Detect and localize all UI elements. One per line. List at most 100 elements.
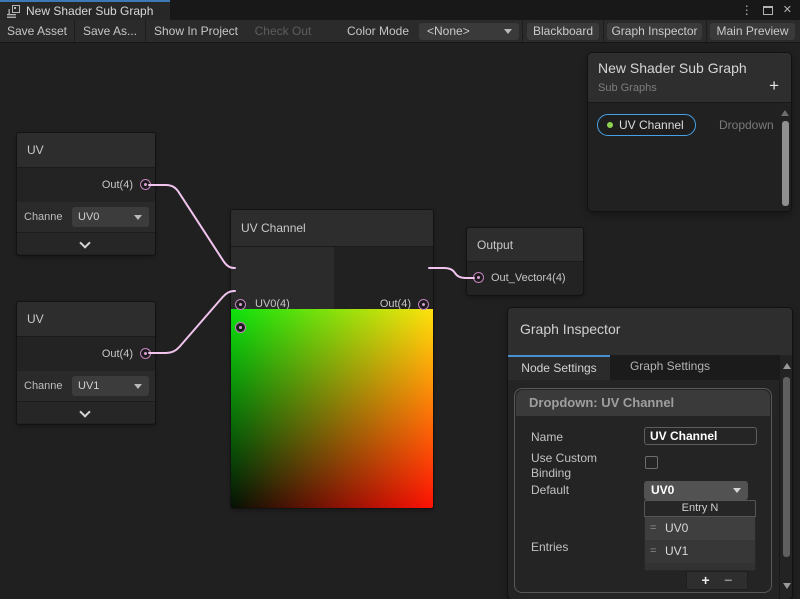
inspector-header: Graph Inspector (508, 308, 792, 355)
window-maximize-icon[interactable] (763, 6, 773, 15)
dropdown-arrow-icon (134, 215, 142, 220)
output-port[interactable] (418, 299, 429, 310)
graph-inspector-toggle-button[interactable]: Graph Inspector (607, 23, 702, 40)
window-menu-icon[interactable]: ⋮ (741, 0, 753, 20)
blackboard-subtitle: Sub Graphs (598, 82, 657, 94)
input-port-uv1[interactable] (235, 322, 246, 333)
name-label: Name (531, 430, 563, 444)
dropdown-arrow-icon (504, 29, 512, 34)
sub-graph-icon (7, 5, 20, 18)
name-field[interactable] (644, 427, 757, 445)
blackboard-panel: New Shader Sub Graph Sub Graphs + UV Cha… (588, 53, 791, 211)
title-bar: New Shader Sub Graph ⋮ ✕ (0, 0, 800, 20)
input-port-uv0[interactable] (235, 299, 246, 310)
default-label: Default (531, 483, 569, 497)
show-in-project-button[interactable]: Show In Project (146, 20, 246, 42)
scroll-down-icon[interactable] (783, 583, 791, 589)
tab-graph-settings[interactable]: Graph Settings (610, 355, 730, 380)
scrollbar-thumb[interactable] (783, 377, 790, 557)
graph-inspector-panel: Graph Inspector Node Settings Graph Sett… (508, 308, 792, 599)
check-out-button: Check Out (246, 20, 320, 42)
drag-handle-icon[interactable]: = (650, 517, 656, 540)
node-output[interactable]: Output Out_Vector4(4) (467, 228, 583, 295)
entries-label: Entries (531, 540, 568, 554)
channel-value: UV1 (78, 376, 99, 396)
add-entry-button[interactable]: + (702, 572, 710, 589)
blackboard-toggle-button[interactable]: Blackboard (527, 23, 599, 40)
color-mode-value: <None> (427, 24, 470, 38)
entries-header: Entry N (644, 500, 756, 517)
default-dropdown[interactable]: UV0 (644, 481, 748, 500)
channel-label: Channe (24, 202, 63, 232)
output-port[interactable] (140, 179, 151, 190)
node-port-row: Out_Vector4(4) (467, 262, 583, 294)
scroll-up-icon[interactable] (783, 363, 791, 369)
blackboard-title: New Shader Sub Graph (598, 60, 747, 76)
input-port-out-vector4[interactable] (473, 272, 484, 283)
inspector-title: Graph Inspector (520, 321, 620, 337)
window-close-icon[interactable]: ✕ (783, 0, 792, 20)
collapse-toggle[interactable] (17, 232, 155, 254)
chevron-down-icon (79, 406, 90, 417)
property-label: UV Channel (619, 118, 684, 132)
shader-graph-window: New Shader Sub Graph ⋮ ✕ Save Asset Save… (0, 0, 800, 599)
inspector-scrollbar[interactable] (779, 355, 792, 599)
entry-name: UV0 (665, 517, 688, 540)
main-preview-toggle-button[interactable]: Main Preview (710, 23, 795, 40)
channel-value: UV0 (78, 207, 99, 227)
node-title[interactable]: UV (17, 302, 155, 337)
inspector-tab-bar: Node Settings Graph Settings (508, 355, 779, 380)
save-as-button[interactable]: Save As... (75, 20, 145, 42)
exposed-dot-icon (607, 122, 613, 128)
node-control-row: Channe UV1 (17, 371, 155, 401)
edge-uv1[interactable] (149, 291, 235, 353)
node-uv-channel[interactable]: UV Channel UV0(4) UV1(4) Out(4) (231, 210, 433, 508)
node-preview (231, 309, 433, 508)
window-controls: ⋮ ✕ (741, 0, 800, 20)
add-property-button[interactable]: + (769, 77, 779, 94)
blackboard-property-row: UV Channel Dropdown (597, 114, 696, 136)
chevron-down-icon (79, 237, 90, 248)
color-mode-label: Color Mode (340, 20, 416, 42)
drag-handle-icon[interactable]: = (650, 540, 656, 563)
property-pill-uv-channel[interactable]: UV Channel (597, 114, 696, 136)
default-value: UV0 (651, 481, 674, 500)
node-title[interactable]: UV Channel (231, 210, 433, 247)
channel-dropdown[interactable]: UV0 (72, 207, 149, 227)
node-uv-2[interactable]: UV Out(4) Channe UV1 (17, 302, 155, 424)
dropdown-arrow-icon (134, 384, 142, 389)
entries-rows: = UV0 = UV1 (644, 517, 756, 571)
node-control-row: Channe UV0 (17, 202, 155, 232)
inspector-content: Dropdown: UV Channel Name Use Custom Bin… (508, 380, 779, 599)
graph-toolbar: Save Asset Save As... Show In Project Ch… (0, 20, 800, 43)
entry-row-uv1[interactable]: = UV1 (645, 540, 755, 563)
scrollbar-thumb[interactable] (782, 121, 789, 206)
blackboard-header: New Shader Sub Graph Sub Graphs + (588, 53, 791, 103)
node-port-row: Out(4) (17, 168, 155, 202)
node-uv-1[interactable]: UV Out(4) Channe UV0 (17, 133, 155, 255)
remove-entry-button[interactable]: − (724, 572, 732, 589)
input-ports-section: UV0(4) UV1(4) (231, 247, 334, 309)
section-title: Dropdown: UV Channel (516, 390, 770, 416)
collapse-toggle[interactable] (17, 401, 155, 423)
toolbar-separator (603, 20, 604, 42)
node-title[interactable]: UV (17, 133, 155, 168)
use-custom-binding-label: Use Custom Binding (531, 451, 626, 481)
tab-new-shader-sub-graph[interactable]: New Shader Sub Graph (0, 0, 170, 20)
edge-uv0[interactable] (149, 185, 235, 268)
entry-row-uv0[interactable]: = UV0 (645, 517, 755, 540)
dropdown-settings-section: Dropdown: UV Channel Name Use Custom Bin… (514, 388, 772, 593)
node-title[interactable]: Output (467, 228, 583, 262)
use-custom-binding-checkbox[interactable] (645, 456, 658, 469)
output-port[interactable] (140, 348, 151, 359)
toolbar-separator (522, 20, 523, 42)
channel-dropdown[interactable]: UV1 (72, 376, 149, 396)
dropdown-arrow-icon (733, 488, 741, 493)
save-asset-button[interactable]: Save Asset (0, 20, 74, 42)
tab-node-settings[interactable]: Node Settings (508, 355, 610, 380)
color-mode-dropdown[interactable]: <None> (419, 23, 519, 40)
port-label: Out_Vector4(4) (491, 262, 566, 294)
node-port-area: UV0(4) UV1(4) Out(4) (231, 247, 433, 309)
scroll-up-icon[interactable] (781, 110, 789, 116)
entries-list-footer: + − (686, 571, 748, 590)
